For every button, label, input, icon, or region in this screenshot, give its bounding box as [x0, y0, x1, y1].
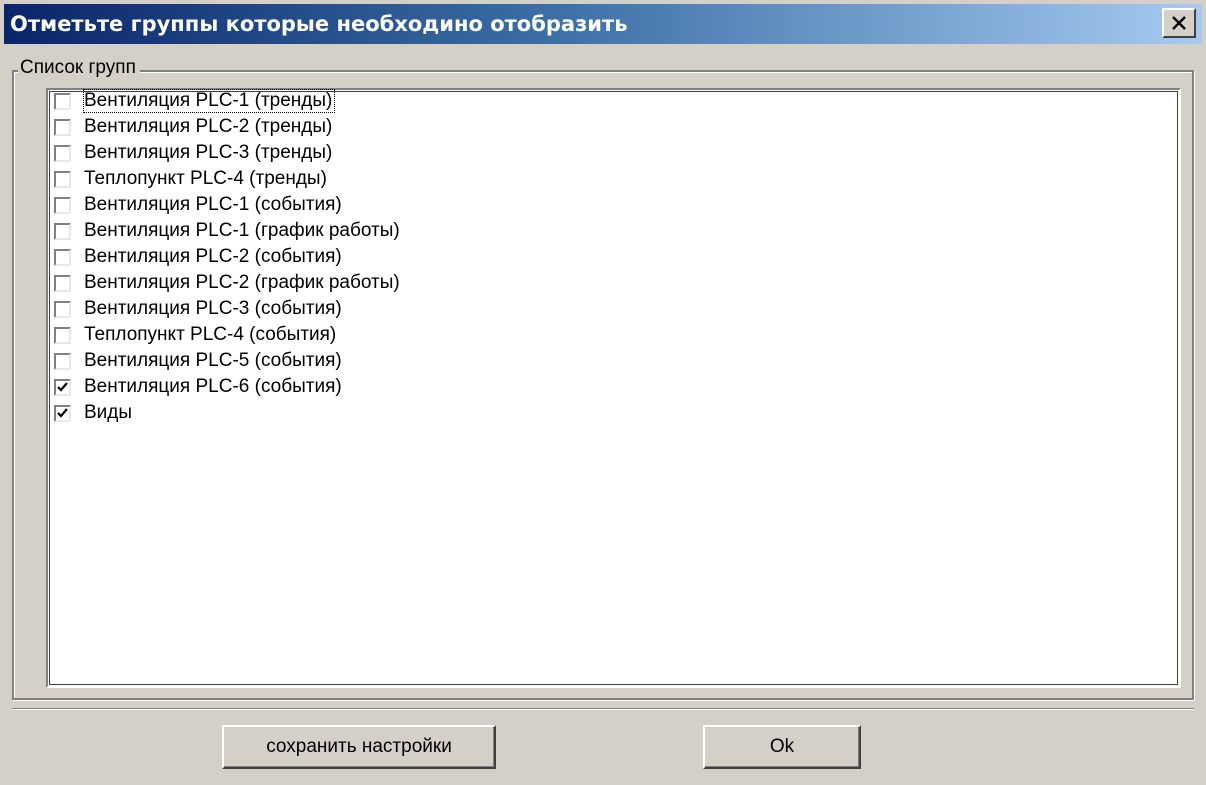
- list-item-label: Теплопункт PLC-4 (тренды): [84, 168, 327, 189]
- list-item-label: Вентиляция PLC-1 (события): [84, 194, 342, 215]
- list-item[interactable]: Вентиляция PLC-1 (события): [54, 194, 344, 216]
- checkmark-icon: [57, 407, 68, 418]
- checkbox[interactable]: [54, 222, 71, 240]
- list-item-label: Вентиляция PLC-6 (события): [84, 376, 342, 397]
- checkmark-icon: [57, 381, 68, 392]
- list-item-label: Виды: [84, 402, 133, 423]
- dialog-window: Отметьте группы которые необходино отобр…: [0, 0, 1206, 785]
- list-item-label: Вентиляция PLC-3 (события): [84, 298, 342, 319]
- checkbox[interactable]: [54, 118, 71, 136]
- ok-button[interactable]: Ok: [703, 725, 861, 769]
- checkbox[interactable]: [54, 300, 71, 318]
- groups-checklist[interactable]: Вентиляция PLC-1 (тренды) Вентиляция PLC…: [46, 88, 1181, 688]
- checkbox-checked[interactable]: [54, 378, 71, 396]
- list-item-label: Вентиляция PLC-2 (события): [84, 246, 342, 267]
- title-bar[interactable]: Отметьте группы которые необходино отобр…: [4, 4, 1202, 44]
- list-item-label: Вентиляция PLC-3 (тренды): [84, 142, 333, 163]
- list-item[interactable]: Теплопункт PLC-4 (тренды): [54, 168, 329, 190]
- close-icon: [1172, 16, 1186, 30]
- list-item-label: Вентиляция PLC-1 (тренды): [82, 89, 336, 113]
- list-item-label: Теплопункт PLC-4 (события): [84, 324, 337, 345]
- list-item[interactable]: Вентиляция PLC-6 (события): [54, 376, 344, 398]
- list-item-label: Вентиляция PLC-2 (график работы): [84, 272, 400, 293]
- list-item[interactable]: Вентиляция PLC-1 (тренды): [54, 89, 336, 113]
- list-item[interactable]: Вентиляция PLC-2 (график работы): [54, 272, 402, 294]
- save-settings-button[interactable]: сохранить настройки: [222, 725, 496, 769]
- list-item[interactable]: Вентиляция PLC-2 (тренды): [54, 116, 334, 138]
- list-item-label: Вентиляция PLC-1 (график работы): [84, 220, 400, 241]
- list-item[interactable]: Вентиляция PLC-3 (события): [54, 298, 344, 320]
- list-item[interactable]: Вентиляция PLC-3 (тренды): [54, 142, 334, 164]
- list-item-label: Вентиляция PLC-5 (события): [84, 350, 342, 371]
- checkbox[interactable]: [54, 326, 71, 344]
- list-item[interactable]: Виды: [54, 402, 134, 424]
- groupbox-label: Список групп: [18, 56, 140, 80]
- checkbox[interactable]: [54, 248, 71, 266]
- button-separator: [12, 708, 1194, 710]
- checkbox-checked[interactable]: [54, 404, 71, 422]
- checkbox[interactable]: [54, 170, 71, 188]
- list-item-label: Вентиляция PLC-2 (тренды): [84, 116, 333, 137]
- close-button[interactable]: [1162, 8, 1196, 38]
- window-title: Отметьте группы которые необходино отобр…: [10, 12, 628, 36]
- checkbox[interactable]: [54, 274, 71, 292]
- list-item[interactable]: Вентиляция PLC-2 (события): [54, 246, 344, 268]
- list-item[interactable]: Вентиляция PLC-1 (график работы): [54, 220, 402, 242]
- list-item[interactable]: Вентиляция PLC-5 (события): [54, 350, 344, 372]
- list-item[interactable]: Теплопункт PLC-4 (события): [54, 324, 338, 346]
- checkbox[interactable]: [54, 196, 71, 214]
- checkbox[interactable]: [54, 352, 71, 370]
- checkbox[interactable]: [54, 92, 71, 110]
- checkbox[interactable]: [54, 144, 71, 162]
